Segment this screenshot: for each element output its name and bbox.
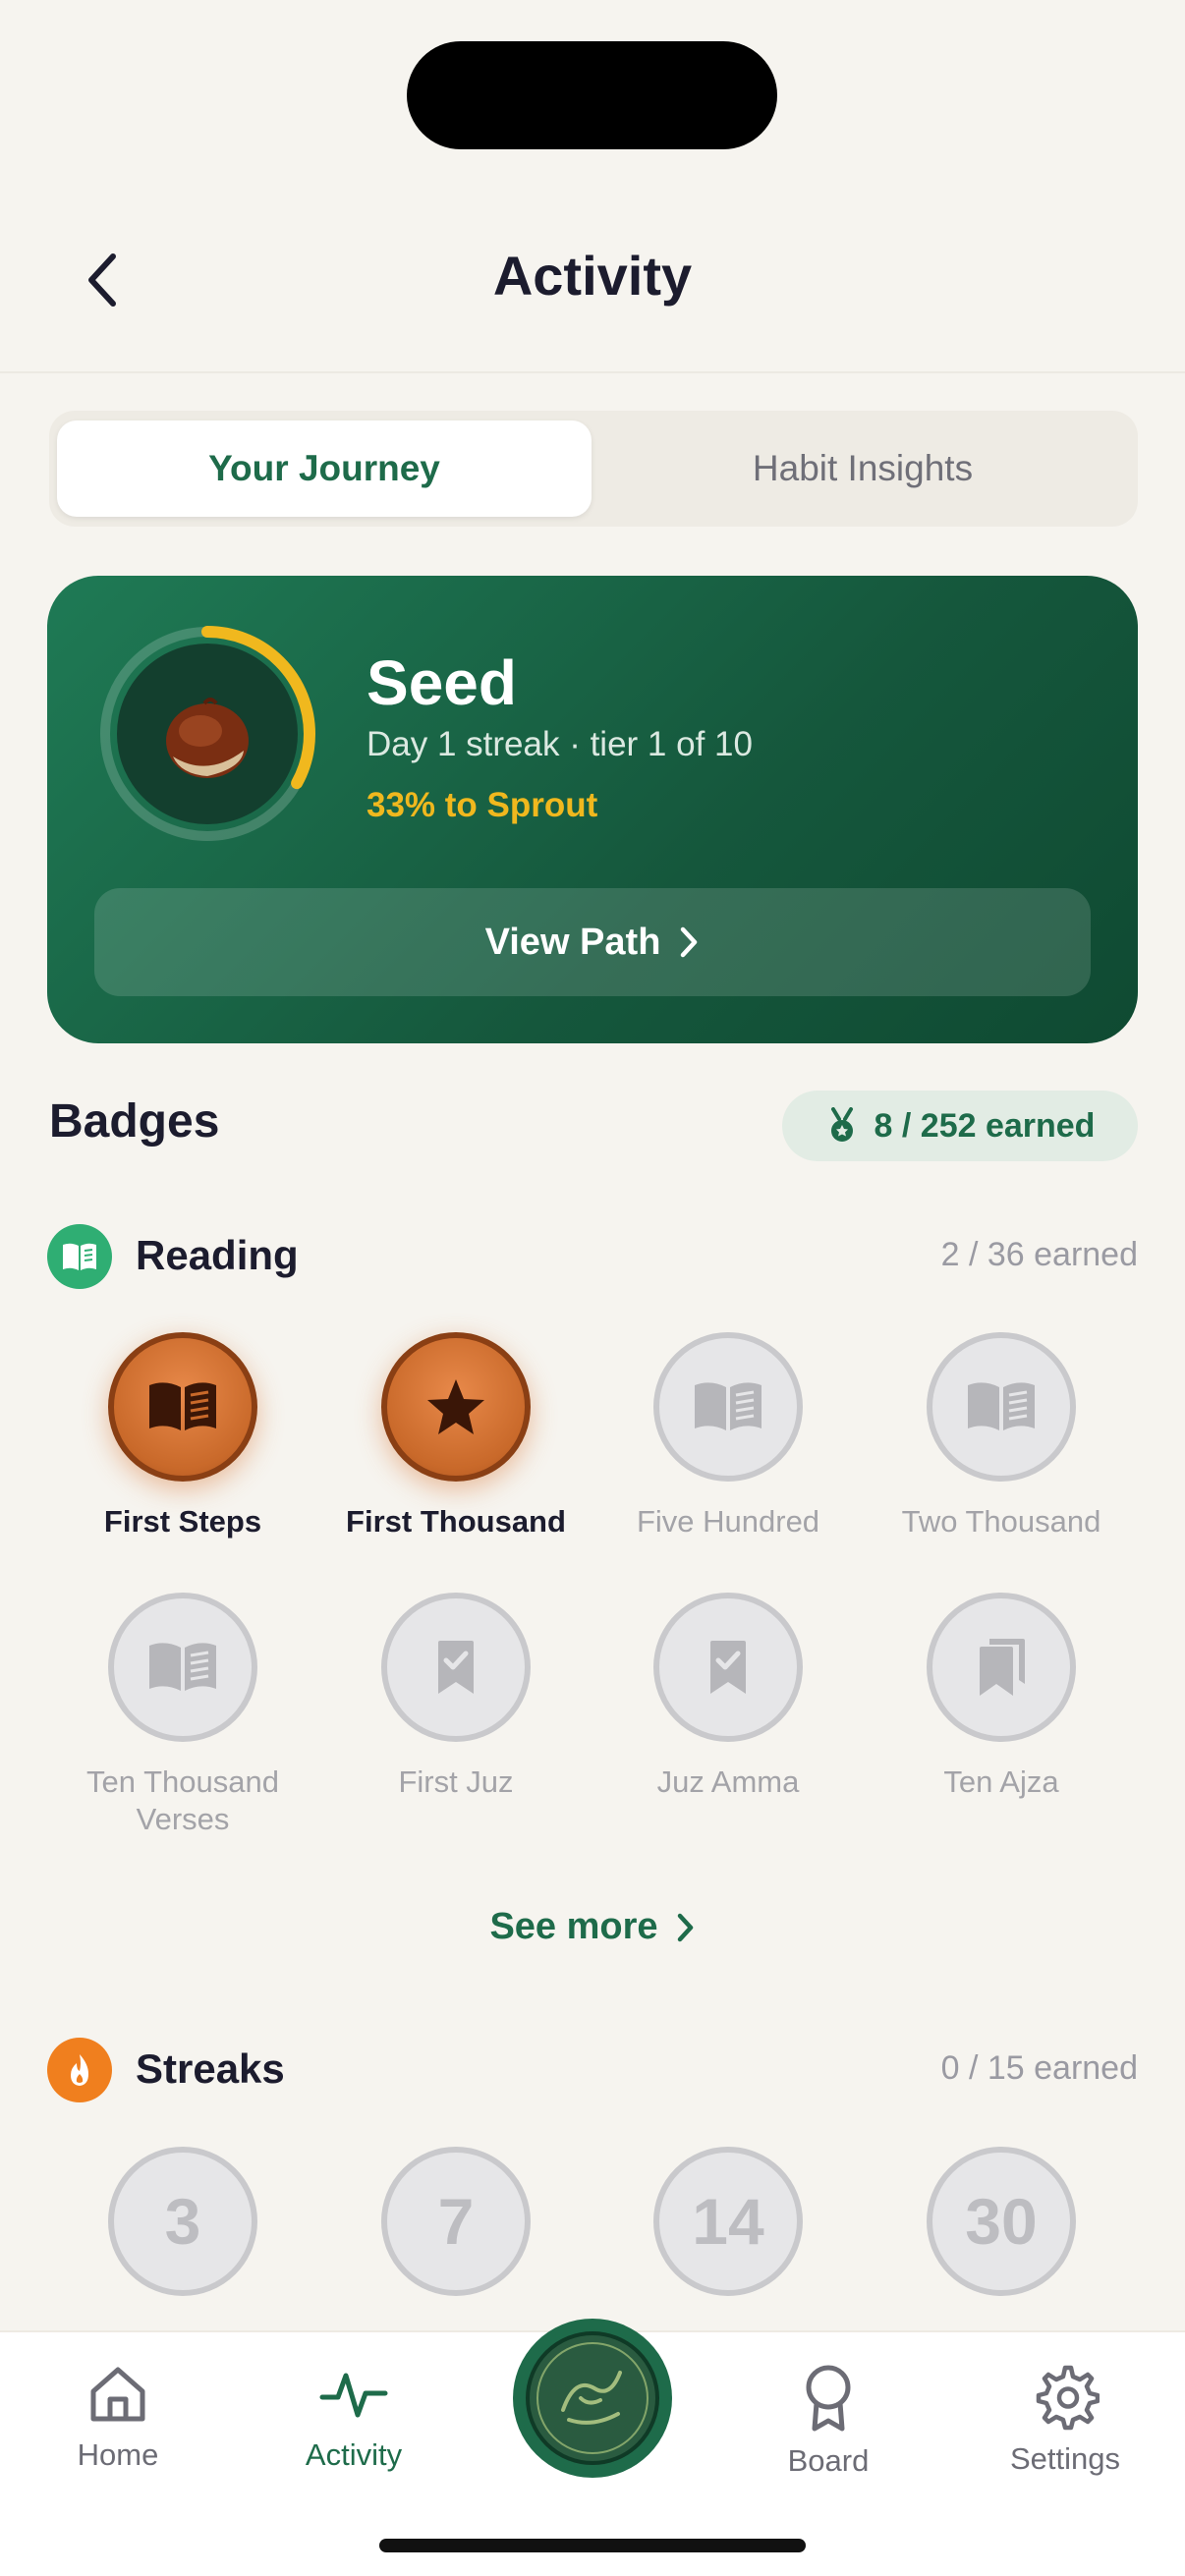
award-ribbon-icon [806, 2365, 851, 2432]
tab-label: Home [77, 2437, 159, 2472]
badge-medal [381, 1332, 531, 1482]
badge-medal [108, 1593, 257, 1742]
header: Activity [0, 216, 1185, 344]
flame-icon [71, 2054, 88, 2086]
badge-medal: 30 [927, 2147, 1076, 2296]
badge-medal [653, 1332, 803, 1482]
home-icon [90, 2367, 145, 2422]
tab-habit-insights[interactable]: Habit Insights [595, 420, 1130, 517]
streak-days: 7 [437, 2185, 475, 2258]
chevron-right-icon [677, 1913, 693, 1941]
badge-medal [927, 1332, 1076, 1482]
badge-first-juz[interactable]: First Juz [333, 1593, 579, 1801]
badge-medal [653, 1593, 803, 1742]
book-icon [695, 1382, 762, 1430]
badge-medal: 14 [653, 2147, 803, 2296]
bookmark-check-icon [438, 1641, 474, 1694]
activity-pulse-icon [319, 2373, 388, 2418]
badge-medal [927, 1593, 1076, 1742]
tab-activity[interactable]: Activity [255, 2362, 452, 2473]
badges-earned-badge: 8 / 252 earned [782, 1091, 1138, 1161]
streak-days: 30 [965, 2185, 1038, 2258]
badge-streak-7[interactable]: 7 [333, 2147, 579, 2296]
badge-label: First Juz [398, 1764, 514, 1799]
badge-five-hundred[interactable]: Five Hundred [605, 1332, 851, 1540]
streak-days: 3 [164, 2185, 201, 2258]
badge-streak-14[interactable]: 14 [605, 2147, 851, 2296]
reading-category-count: 2 / 36 earned [940, 1236, 1138, 1273]
badge-label: Five Hundred [636, 1504, 820, 1539]
tier-progress-ring [99, 626, 315, 842]
view-path-label: View Path [484, 921, 661, 963]
badge-medal [108, 1332, 257, 1482]
next-tier-progress: 33% to Sprout [367, 786, 598, 824]
badges-earned-count: 8 / 252 earned [874, 1106, 1096, 1145]
reading-category-name: Reading [136, 1232, 299, 1278]
header-divider [0, 371, 1185, 373]
badge-medal [381, 1593, 531, 1742]
journey-card: Seed Day 1 streak · tier 1 of 10 33% to … [47, 576, 1138, 1043]
streaks-category-name: Streaks [136, 2045, 285, 2092]
badge-ten-ajza[interactable]: Ten Ajza [878, 1593, 1124, 1801]
chevron-right-icon [681, 926, 698, 958]
badge-medal: 3 [108, 2147, 257, 2296]
badges-title: Badges [49, 1095, 220, 1148]
badge-medal: 7 [381, 2147, 531, 2296]
badge-label: First Thousand [346, 1504, 566, 1539]
tab-board[interactable]: Board [730, 2362, 927, 2479]
badge-label: Ten Thousand Verses [86, 1764, 279, 1836]
badge-two-thousand[interactable]: Two Thousand [878, 1332, 1124, 1540]
bookmark-check-icon [710, 1641, 746, 1694]
reading-category-icon [47, 1224, 112, 1289]
dynamic-island [407, 41, 777, 149]
streaks-category-header: Streaks 0 / 15 earned [47, 2036, 1138, 2104]
streaks-category-icon [47, 2038, 112, 2102]
tab-your-journey[interactable]: Your Journey [57, 420, 592, 517]
book-icon [968, 1382, 1035, 1430]
badge-label: Two Thousand [901, 1504, 1101, 1539]
badge-label: Ten Ajza [943, 1764, 1059, 1799]
badge-streak-3[interactable]: 3 [60, 2147, 306, 2296]
badge-label: Juz Amma [656, 1764, 800, 1799]
badge-streak-30[interactable]: 30 [878, 2147, 1124, 2296]
quran-center-button[interactable] [513, 2319, 672, 2478]
book-icon [149, 1382, 216, 1430]
reading-category-header: Reading 2 / 36 earned [47, 1222, 1138, 1291]
badge-label: First Steps [103, 1504, 262, 1539]
gear-icon [1036, 2365, 1100, 2431]
tab-settings[interactable]: Settings [967, 2362, 1163, 2477]
see-more-label: See more [489, 1906, 658, 1947]
bookmarks-icon [980, 1639, 1025, 1696]
book-icon [149, 1643, 216, 1691]
tab-home[interactable]: Home [20, 2362, 216, 2473]
tier-name: Seed [367, 647, 517, 718]
see-more-button[interactable]: See more [0, 1906, 1185, 1948]
medal-icon [830, 1107, 853, 1142]
streaks-category-count: 0 / 15 earned [940, 2049, 1138, 2087]
tab-label: Board [787, 2443, 870, 2478]
badge-first-steps[interactable]: First Steps [60, 1332, 306, 1540]
badge-ten-thousand-verses[interactable]: Ten Thousand Verses [60, 1593, 306, 1838]
segmented-control: Your Journey Habit Insights [49, 411, 1138, 527]
quran-emblem-icon [526, 2331, 659, 2465]
tab-label: Settings [1009, 2441, 1120, 2476]
open-book-icon [63, 1243, 96, 1270]
star-icon [427, 1379, 484, 1434]
activity-screen: Activity Your Journey Habit Insights See… [0, 0, 1185, 2576]
tab-label: Activity [305, 2437, 403, 2472]
badge-juz-amma[interactable]: Juz Amma [605, 1593, 851, 1801]
view-path-button[interactable]: View Path [94, 888, 1091, 996]
badge-first-thousand[interactable]: First Thousand [333, 1332, 579, 1540]
streak-status: Day 1 streak · tier 1 of 10 [367, 725, 753, 763]
streak-days: 14 [692, 2185, 764, 2258]
home-indicator [379, 2539, 806, 2552]
page-title: Activity [492, 245, 693, 307]
